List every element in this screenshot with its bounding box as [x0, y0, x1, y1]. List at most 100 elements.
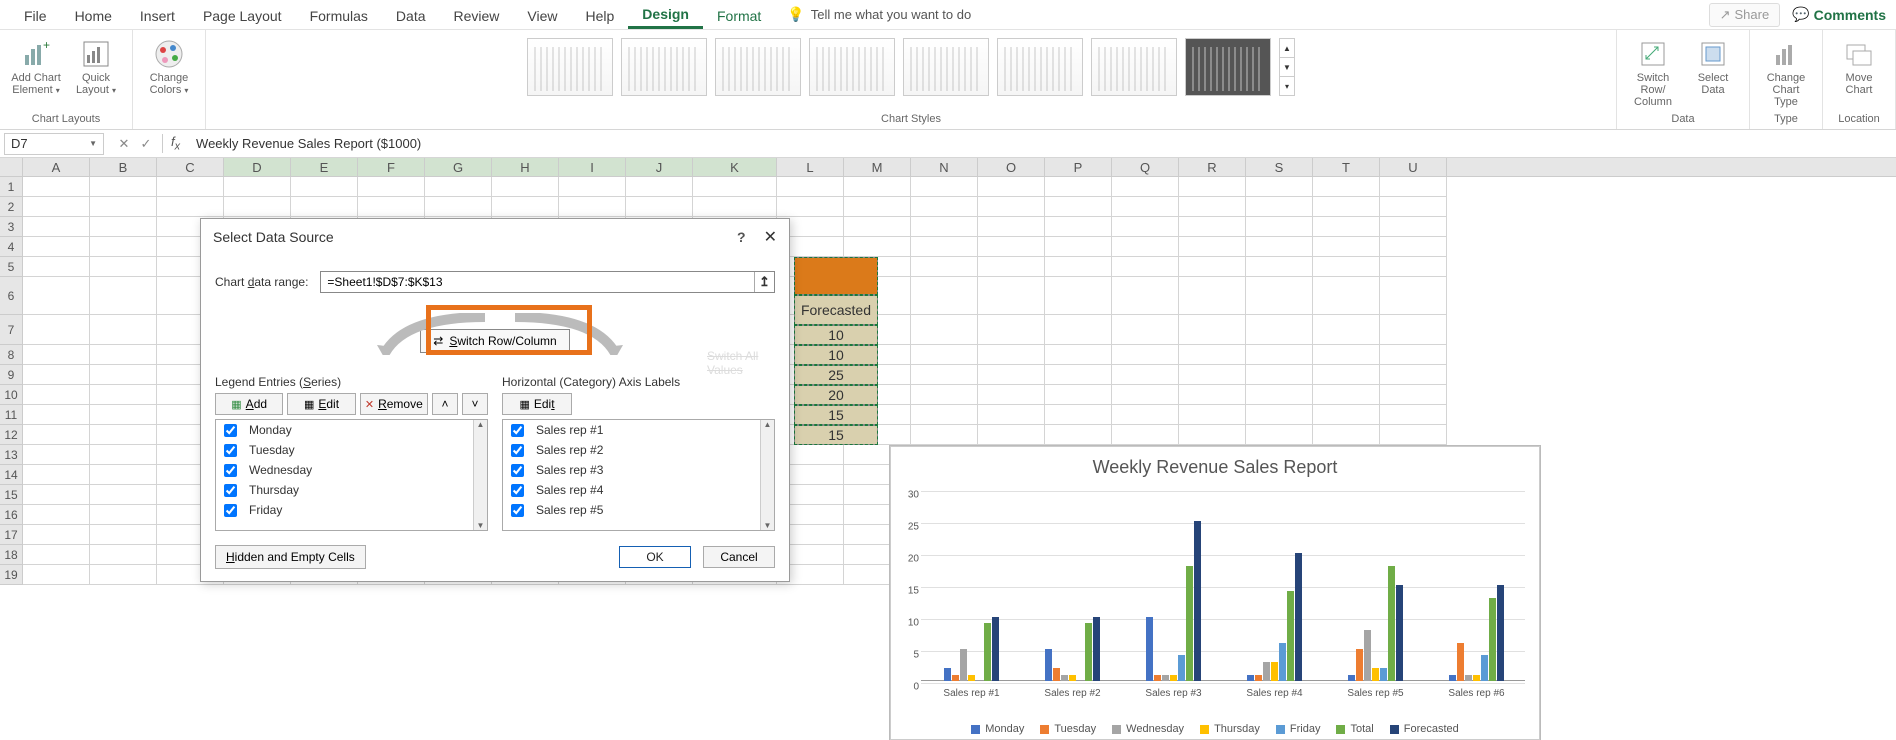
cell[interactable]: [90, 425, 157, 445]
series-checkbox[interactable]: [224, 504, 237, 517]
legend-item[interactable]: Monday: [971, 723, 1024, 735]
row-header[interactable]: 18: [0, 545, 23, 565]
cell[interactable]: [1246, 365, 1313, 385]
cell[interactable]: [1112, 425, 1179, 445]
tellme-search[interactable]: 💡 Tell me what you want to do: [787, 6, 971, 23]
cell[interactable]: [1112, 315, 1179, 345]
cell[interactable]: [23, 425, 90, 445]
cell[interactable]: [90, 237, 157, 257]
cell[interactable]: [1045, 217, 1112, 237]
cell[interactable]: [1045, 385, 1112, 405]
cell[interactable]: [777, 197, 844, 217]
tab-design[interactable]: Design: [628, 0, 703, 29]
cell[interactable]: [1380, 237, 1447, 257]
row-header[interactable]: 10: [0, 385, 23, 405]
change-chart-type-button[interactable]: Change Chart Type: [1760, 34, 1812, 108]
cell[interactable]: [492, 177, 559, 197]
row-header[interactable]: 12: [0, 425, 23, 445]
tab-help[interactable]: Help: [572, 2, 629, 28]
column-header[interactable]: L: [777, 158, 844, 176]
edit-axis-button[interactable]: ▦Edit: [502, 393, 572, 415]
cell[interactable]: [777, 177, 844, 197]
quick-layout-button[interactable]: Quick Layout ▾: [70, 34, 122, 97]
cell[interactable]: [1179, 315, 1246, 345]
cell[interactable]: [23, 237, 90, 257]
cell[interactable]: [1246, 257, 1313, 277]
cell[interactable]: [90, 485, 157, 505]
chart-bar[interactable]: [1279, 643, 1286, 681]
list-item[interactable]: Wednesday: [216, 460, 473, 480]
series-checkbox[interactable]: [224, 424, 237, 437]
chart-bar[interactable]: [1287, 591, 1294, 681]
cell[interactable]: [911, 257, 978, 277]
cell[interactable]: [1380, 405, 1447, 425]
cell[interactable]: [1179, 197, 1246, 217]
cell[interactable]: [90, 315, 157, 345]
chart-bar[interactable]: [1154, 675, 1161, 681]
select-all-corner[interactable]: [0, 158, 23, 176]
list-item[interactable]: Sales rep #3: [503, 460, 760, 480]
legend-item[interactable]: Total: [1336, 723, 1373, 735]
cell[interactable]: [1313, 257, 1380, 277]
cell[interactable]: [911, 237, 978, 257]
formula-input[interactable]: [188, 130, 1896, 157]
cell[interactable]: [23, 345, 90, 365]
chart-bar[interactable]: [968, 675, 975, 681]
move-chart-button[interactable]: Move Chart: [1833, 34, 1885, 96]
cell[interactable]: [358, 177, 425, 197]
chart-bar[interactable]: [960, 649, 967, 681]
cell[interactable]: [1380, 197, 1447, 217]
chart-bar[interactable]: [992, 617, 999, 681]
cell[interactable]: [90, 445, 157, 465]
column-header[interactable]: H: [492, 158, 559, 176]
cell[interactable]: [1380, 257, 1447, 277]
cell[interactable]: [23, 405, 90, 425]
cell[interactable]: [224, 177, 291, 197]
cell[interactable]: [626, 197, 693, 217]
cell[interactable]: [1112, 237, 1179, 257]
scrollbar[interactable]: ▲▼: [473, 420, 487, 530]
cell[interactable]: [1112, 277, 1179, 315]
chart-style-thumb[interactable]: [1185, 38, 1271, 96]
tab-page-layout[interactable]: Page Layout: [189, 2, 296, 28]
cell[interactable]: [978, 257, 1045, 277]
cell[interactable]: [911, 315, 978, 345]
edit-series-button[interactable]: ▦Edit: [287, 393, 355, 415]
cell[interactable]: [23, 485, 90, 505]
cell[interactable]: [1045, 197, 1112, 217]
cell[interactable]: [978, 385, 1045, 405]
change-colors-button[interactable]: Change Colors ▾: [143, 34, 195, 97]
column-header[interactable]: P: [1045, 158, 1112, 176]
chart-bar[interactable]: [1093, 617, 1100, 681]
cell[interactable]: [844, 237, 911, 257]
chevron-up-icon[interactable]: ▲: [1280, 39, 1294, 58]
cell[interactable]: [224, 197, 291, 217]
cancel-button[interactable]: Cancel: [703, 546, 775, 568]
cell[interactable]: [1179, 345, 1246, 365]
series-checkbox[interactable]: [224, 484, 237, 497]
cell[interactable]: [23, 217, 90, 237]
confirm-edit-icon[interactable]: ✓: [136, 136, 156, 152]
cell[interactable]: [1112, 345, 1179, 365]
cell[interactable]: [90, 525, 157, 545]
cell[interactable]: [1313, 277, 1380, 315]
cell[interactable]: [1112, 405, 1179, 425]
cell[interactable]: [90, 277, 157, 315]
cell[interactable]: [1112, 177, 1179, 197]
chart-style-thumb[interactable]: [621, 38, 707, 96]
cell[interactable]: [911, 405, 978, 425]
cell[interactable]: [978, 405, 1045, 425]
column-header[interactable]: B: [90, 158, 157, 176]
chart-bar[interactable]: [1170, 675, 1177, 681]
cell[interactable]: [911, 365, 978, 385]
chart-bar[interactable]: [1194, 521, 1201, 681]
row-header[interactable]: 1: [0, 177, 23, 197]
cell[interactable]: [1179, 405, 1246, 425]
chart-bar[interactable]: [1186, 566, 1193, 681]
cancel-edit-icon[interactable]: ✕: [114, 136, 134, 152]
add-chart-element-button[interactable]: + Add Chart Element ▾: [10, 34, 62, 97]
hidden-empty-cells-button[interactable]: Hidden and Empty Cells: [215, 545, 366, 569]
cell[interactable]: 10: [794, 345, 878, 365]
chart-bar[interactable]: [1271, 662, 1278, 681]
series-checkbox[interactable]: [224, 464, 237, 477]
